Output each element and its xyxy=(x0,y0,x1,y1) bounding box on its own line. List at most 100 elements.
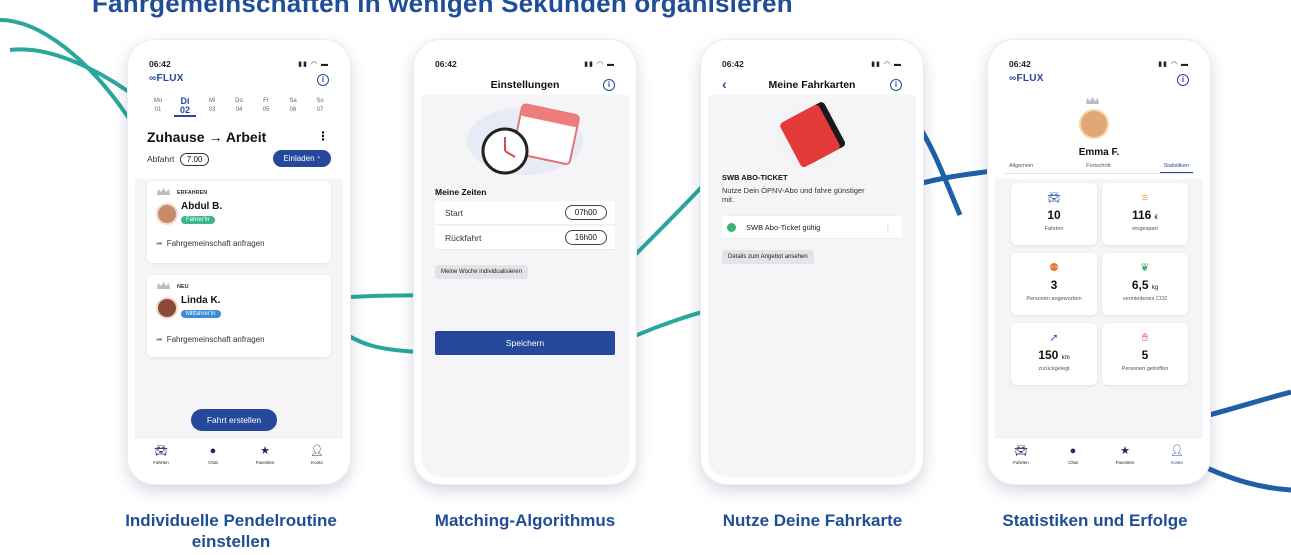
nav-rides[interactable]: 🚘︎ Fahrten xyxy=(141,438,181,477)
time-row-start[interactable]: Start 07h00 xyxy=(435,201,615,225)
status-icons: ▮▮ ◠ ▬ xyxy=(871,61,902,68)
caption-statistics: Statistiken und Erfolge xyxy=(1002,511,1188,530)
ticket-status: SWB Abo-Ticket gültig xyxy=(746,223,821,232)
star-icon: ★ xyxy=(260,445,270,457)
experience-tag: NEU xyxy=(177,284,189,290)
day-number: 01 xyxy=(154,107,162,113)
stat-card: ❦ 6,5 kg vermiedenes CO2 xyxy=(1102,253,1188,315)
day-item[interactable]: Sa 06 xyxy=(282,97,304,117)
day-number: 02 xyxy=(174,106,196,117)
chat-icon: ● xyxy=(1069,445,1077,457)
car-icon: 🚘︎ xyxy=(1014,445,1028,457)
invite-button[interactable]: Einladen ⁺ xyxy=(273,150,331,167)
save-button[interactable]: Speichern xyxy=(435,331,615,355)
day-number: 05 xyxy=(262,107,270,113)
time-value[interactable]: 16h00 xyxy=(564,230,607,245)
user-icon: 👤︎ xyxy=(310,445,324,457)
day-item[interactable]: Do 04 xyxy=(228,97,250,117)
request-ride-link[interactable]: ➦ Fahrgemeinschaft anfragen xyxy=(156,239,265,248)
nav-account[interactable]: 👤︎ Konto xyxy=(297,438,337,477)
nav-chat[interactable]: ● Chat xyxy=(1053,438,1093,477)
role-badge: Fahrer'in xyxy=(181,216,215,224)
stat-value: 3 xyxy=(1050,278,1058,292)
day-name: So xyxy=(316,98,324,104)
info-icon[interactable]: i xyxy=(890,79,902,91)
phone-statistics: 06:42 ▮▮ ◠ ▬ ∞FLUX i Emma F. Allgemein F… xyxy=(988,40,1210,484)
more-icon[interactable]: ⋮ xyxy=(884,216,892,240)
nav-favorites[interactable]: ★ Favoriten xyxy=(1105,438,1145,477)
nav-favorites[interactable]: ★ Favoriten xyxy=(245,438,285,477)
more-icon[interactable]: ⋮ xyxy=(317,129,329,143)
day-name: Fr xyxy=(263,98,269,104)
status-icons: ▮▮ ◠ ▬ xyxy=(1158,61,1189,68)
nav-account[interactable]: 👤︎ Konto xyxy=(1157,438,1197,477)
stat-value: 5 xyxy=(1141,348,1149,362)
status-time: 06:42 xyxy=(149,59,171,69)
ticket-status-row[interactable]: SWB Abo-Ticket gültig ⋮ xyxy=(722,215,902,239)
row-label: Rückfahrt xyxy=(445,233,482,243)
status-time: 06:42 xyxy=(1009,59,1031,69)
create-ride-button[interactable]: Fahrt erstellen xyxy=(191,409,277,431)
info-icon[interactable]: i xyxy=(603,79,615,91)
page-title: Einstellungen xyxy=(490,79,560,91)
profile-tabs: Allgemein Fortschritt Statistiken xyxy=(1005,163,1193,174)
match-card[interactable]: ERFAHREN Abdul B. Fahrer'in ➦ Fahrgemeins… xyxy=(147,181,331,263)
stat-label: Personen angeworben xyxy=(1026,296,1082,302)
tab-progress[interactable]: Fortschritt xyxy=(1082,163,1114,173)
info-icon[interactable]: i xyxy=(1177,74,1189,86)
profile-name: Emma F. xyxy=(1078,147,1120,158)
person-name: Abdul B. xyxy=(181,201,223,212)
stat-label: zurückgelegt xyxy=(1038,366,1070,372)
brand-logo: ∞FLUX xyxy=(149,73,184,84)
info-icon[interactable]: i xyxy=(317,74,329,86)
stat-card: 🚘︎ 10 Fahrten xyxy=(1011,183,1097,245)
departure-label: Abfahrt xyxy=(147,154,175,164)
bottom-nav: 🚘︎ Fahrten ● Chat ★ Favoriten 👤︎ Konto xyxy=(135,437,343,477)
route-title: Zuhause → Arbeit xyxy=(147,129,267,145)
day-name: Mi xyxy=(208,98,216,104)
wave-icon: ✋︎ xyxy=(1141,332,1149,344)
add-user-icon: ⁺ xyxy=(316,154,321,163)
day-number: 07 xyxy=(316,107,324,113)
chat-icon: ● xyxy=(209,445,217,457)
crown-icon xyxy=(157,282,170,289)
tab-statistics[interactable]: Statistiken xyxy=(1159,163,1193,173)
row-label: Start xyxy=(445,208,463,218)
experience-tag: ERFAHREN xyxy=(177,190,208,196)
status-icons: ▮▮ ◠ ▬ xyxy=(298,61,329,68)
customize-week-button[interactable]: Meine Woche individualisieren xyxy=(435,265,528,279)
car-icon: 🚘︎ xyxy=(1047,192,1061,204)
departure-time[interactable]: 7.00 xyxy=(179,153,210,166)
tab-general[interactable]: Allgemein xyxy=(1005,163,1037,173)
role-badge: Mitfahrer'in xyxy=(181,310,221,318)
stat-value: 10 xyxy=(1047,208,1061,222)
nav-rides[interactable]: 🚘︎ Fahrten xyxy=(1001,438,1041,477)
day-item[interactable]: So 07 xyxy=(309,97,331,117)
day-number: 03 xyxy=(208,107,216,113)
time-row-return[interactable]: Rückfahrt 16h00 xyxy=(435,226,615,250)
phone-commute-routine: 06:42 ▮▮ ◠ ▬ ∞FLUX i Mo 01 Di 02 Mi 03 Do 04 Fr 0… xyxy=(128,40,350,484)
request-ride-link[interactable]: ➦ Fahrgemeinschaft anfragen xyxy=(156,335,265,344)
avatar xyxy=(1079,109,1109,139)
arrow-icon: ➦ xyxy=(156,239,163,248)
stat-card: ✋︎ 5 Personen getroffen xyxy=(1102,323,1188,385)
status-time: 06:42 xyxy=(722,59,744,69)
time-value[interactable]: 07h00 xyxy=(564,205,607,220)
coins-icon: ≡ xyxy=(1141,192,1149,204)
stat-label: Fahrten xyxy=(1044,226,1064,232)
departure: Abfahrt 7.00 xyxy=(147,153,210,166)
day-item[interactable]: Mo 01 xyxy=(147,97,169,117)
avatar xyxy=(156,297,178,319)
person-name: Linda K. xyxy=(181,295,221,306)
match-card[interactable]: NEU Linda K. Mitfahrer'in ➦ Fahrgemeinsch… xyxy=(147,275,331,357)
offer-details-button[interactable]: Details zum Angebot ansehen xyxy=(722,250,814,264)
day-item[interactable]: Fr 05 xyxy=(255,97,277,117)
stat-label: eingespart xyxy=(1132,226,1158,232)
section-title: Meine Zeiten xyxy=(435,187,487,197)
stat-label: Personen getroffen xyxy=(1121,366,1169,372)
day-item[interactable]: Di 02 xyxy=(174,97,196,117)
ticket-title: SWB ABO-TICKET xyxy=(722,173,788,182)
nav-chat[interactable]: ● Chat xyxy=(193,438,233,477)
day-item[interactable]: Mi 03 xyxy=(201,97,223,117)
arrow-icon: ➦ xyxy=(156,335,163,344)
